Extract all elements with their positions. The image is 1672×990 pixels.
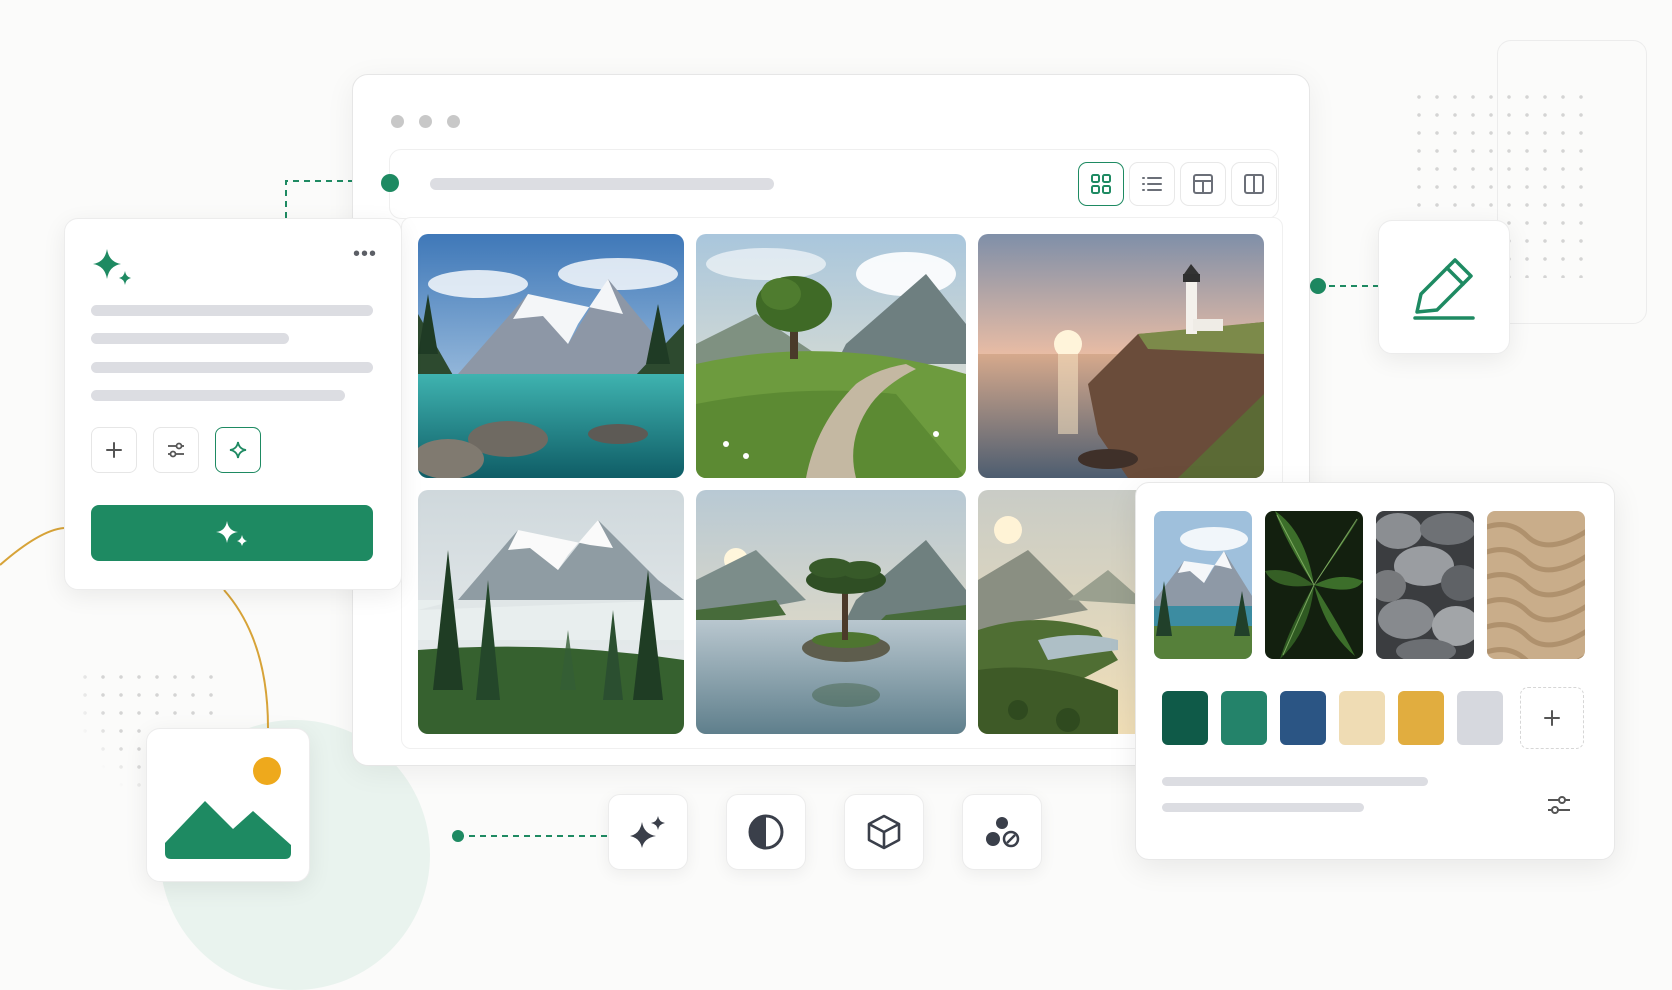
color-swatch[interactable]: [1280, 691, 1326, 745]
blend-icon: [986, 817, 1020, 848]
style-reference-panel: [1135, 482, 1615, 860]
blend-tool-button[interactable]: [962, 794, 1042, 870]
settings-button[interactable]: [153, 427, 199, 473]
table-view-button[interactable]: [1180, 162, 1226, 206]
table-icon: [1193, 174, 1213, 194]
more-icon[interactable]: •••: [353, 243, 377, 266]
text-line-placeholder: [1162, 777, 1428, 786]
prompt-panel: •••: [64, 218, 402, 590]
leaf-reference[interactable]: [1265, 511, 1363, 659]
text-line-placeholder: [91, 390, 345, 401]
add-button[interactable]: [91, 427, 137, 473]
color-swatch[interactable]: [1457, 691, 1503, 745]
sliders-icon[interactable]: [1546, 793, 1572, 817]
connector-dot: [381, 174, 399, 192]
magic-sparkle-icon: [630, 816, 665, 848]
contrast-tool-button[interactable]: [726, 794, 806, 870]
mountain-lake-image[interactable]: [418, 234, 684, 478]
image-placeholder-card: [146, 728, 310, 882]
color-swatch[interactable]: [1221, 691, 1267, 745]
grid-icon: [1091, 174, 1111, 194]
split-view-button[interactable]: [1231, 162, 1277, 206]
search-bar-placeholder[interactable]: [430, 178, 774, 190]
color-swatch[interactable]: [1398, 691, 1444, 745]
generate-button[interactable]: [91, 505, 373, 561]
sand-reference[interactable]: [1487, 511, 1585, 659]
sliders-icon: [168, 442, 184, 458]
list-view-button[interactable]: [1129, 162, 1175, 206]
contrast-icon: [748, 814, 784, 850]
text-line-placeholder: [1162, 803, 1364, 812]
pencil-icon: [1413, 258, 1475, 320]
image-icon: [165, 757, 291, 859]
text-line-placeholder: [91, 305, 373, 316]
sparkle-icon: [216, 521, 247, 546]
text-line-placeholder: [91, 362, 373, 373]
sparkle-icon: [229, 441, 247, 459]
window-dot: [391, 115, 404, 128]
split-icon: [1244, 174, 1264, 194]
3d-tool-button[interactable]: [844, 794, 924, 870]
text-line-placeholder: [91, 333, 289, 344]
island-tree-lake-image[interactable]: [696, 490, 966, 734]
lighthouse-sunset-image[interactable]: [978, 234, 1264, 478]
enhance-button[interactable]: [215, 427, 261, 473]
magic-tool-button[interactable]: [608, 794, 688, 870]
sparkle-icon: [93, 249, 131, 285]
plus-icon: [1544, 710, 1560, 726]
edit-card[interactable]: [1378, 220, 1510, 354]
mountain-reference[interactable]: [1154, 511, 1252, 659]
window-dot: [419, 115, 432, 128]
color-swatch[interactable]: [1339, 691, 1385, 745]
gallery-toolbar: [381, 149, 1279, 219]
list-icon: [1142, 177, 1162, 191]
color-swatch[interactable]: [1162, 691, 1208, 745]
window-dot: [447, 115, 460, 128]
grid-view-button[interactable]: [1078, 162, 1124, 206]
tree-path-image[interactable]: [696, 234, 966, 478]
add-color-button[interactable]: [1520, 687, 1584, 749]
misty-forest-image[interactable]: [418, 490, 684, 734]
cube-icon: [867, 814, 901, 850]
stones-reference[interactable]: [1376, 511, 1474, 659]
plus-icon: [106, 442, 122, 458]
